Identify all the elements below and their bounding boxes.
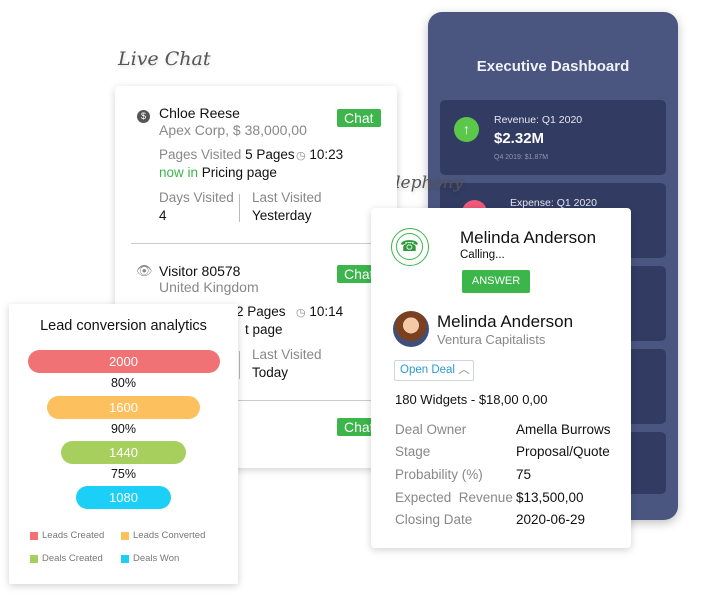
funnel-bar: 1440 [60,441,187,464]
funnel-bar: 2000 [27,350,220,373]
field-row: Probability (%) 75 [395,467,532,482]
pages-visited-value: 2 Pages [236,304,286,319]
legend-item: Leads Created [30,530,104,541]
deal-summary: 180 Widgets - $18,00 0,00 [395,392,548,407]
funnel-bar: 1080 [76,486,171,509]
legend-label: Deals Created [42,553,103,564]
legend-item: Leads Converted [121,530,205,541]
pages-visited-value: 5 Pages [245,147,295,162]
revenue-card[interactable]: ↑ Revenue: Q1 2020 $2.32M Q4 2019: $1.87… [440,100,666,175]
visitor-name: Chloe Reese [159,105,240,121]
revenue-label: Revenue: Q1 2020 [494,114,583,126]
arrow-up-icon: ↑ [454,117,479,142]
visitor-location: United Kingdom [159,279,259,295]
dashboard-title: Executive Dashboard [476,58,630,75]
days-visited-value: 4 [159,208,167,223]
caller-name: Melinda Anderson [460,228,597,247]
legend-swatch [121,554,129,563]
legend-swatch [121,531,129,540]
last-visited-label: Last Visited [252,190,322,205]
answer-button[interactable]: ANSWER [462,270,530,293]
conversion-rate: 75% [110,467,137,481]
chevron-up-icon: ︿ [458,364,470,376]
funnel-title: Lead conversion analytics [40,318,207,334]
last-visited-value: Yesterday [252,208,312,223]
clock-icon: ◷ [296,150,306,162]
open-deal-dropdown[interactable]: Open Deal ︿ [394,360,474,381]
conversion-rate: 90% [110,422,137,436]
open-deal-label: Open Deal [400,364,455,376]
legend-item: Deals Won [121,553,179,564]
revenue-compare: Q4 2019: $1.87M [494,154,549,161]
field-row: Expected Revenue $13,500,00 [395,490,584,505]
call-status: Calling... [460,249,505,261]
contact-name: Melinda Anderson [437,312,574,331]
field-row: Closing Date 2020-06-29 [395,512,586,527]
field-row: Stage Proposal/Quote [395,444,610,459]
current-page: Pricing page [201,165,277,180]
funnel-bar: 1600 [47,396,200,419]
eye-icon: 👁︎ [136,263,153,278]
legend-item: Deals Created [30,553,103,564]
current-page: t page [245,322,283,337]
last-visited-value: Today [252,365,289,380]
pages-visited-label: Pages Visited [159,147,242,162]
divider [239,351,240,379]
telephony-card: ☎ Melinda Anderson Calling... ANSWER Mel… [371,208,631,548]
live-chat-heading: Live Chat [118,48,211,70]
last-visited-label: Last Visited [252,347,322,362]
legend-label: Deals Won [133,553,180,564]
visit-time: 10:23 [309,147,344,162]
visitor-company: Apex Corp, $ 38,000,00 [159,122,307,138]
now-in-label: now in [159,165,199,180]
avatar [393,311,429,347]
clock-icon: ◷ [296,307,306,319]
legend-label: Leads Created [42,530,105,541]
divider [239,194,240,222]
conversion-rate: 80% [110,376,137,390]
phone-icon[interactable]: ☎ [391,228,429,266]
contact-company: Ventura Capitalists [437,332,546,347]
divider [131,243,397,244]
legend-swatch [30,554,38,563]
field-row: Deal Owner Amella Burrows [395,422,611,437]
revenue-value: $2.32M [494,130,545,147]
dollar-icon: $ [137,110,150,123]
legend-label: Leads Converted [133,530,206,541]
chat-button[interactable]: Chat [337,109,381,127]
visit-time: 10:14 [309,304,344,319]
lead-conversion-card: Lead conversion analytics 2000 1600 1440 10… [9,304,238,584]
visitor-name: Visitor 80578 [159,263,241,279]
days-visited-label: Days Visited [159,190,234,205]
legend-swatch [30,531,38,540]
